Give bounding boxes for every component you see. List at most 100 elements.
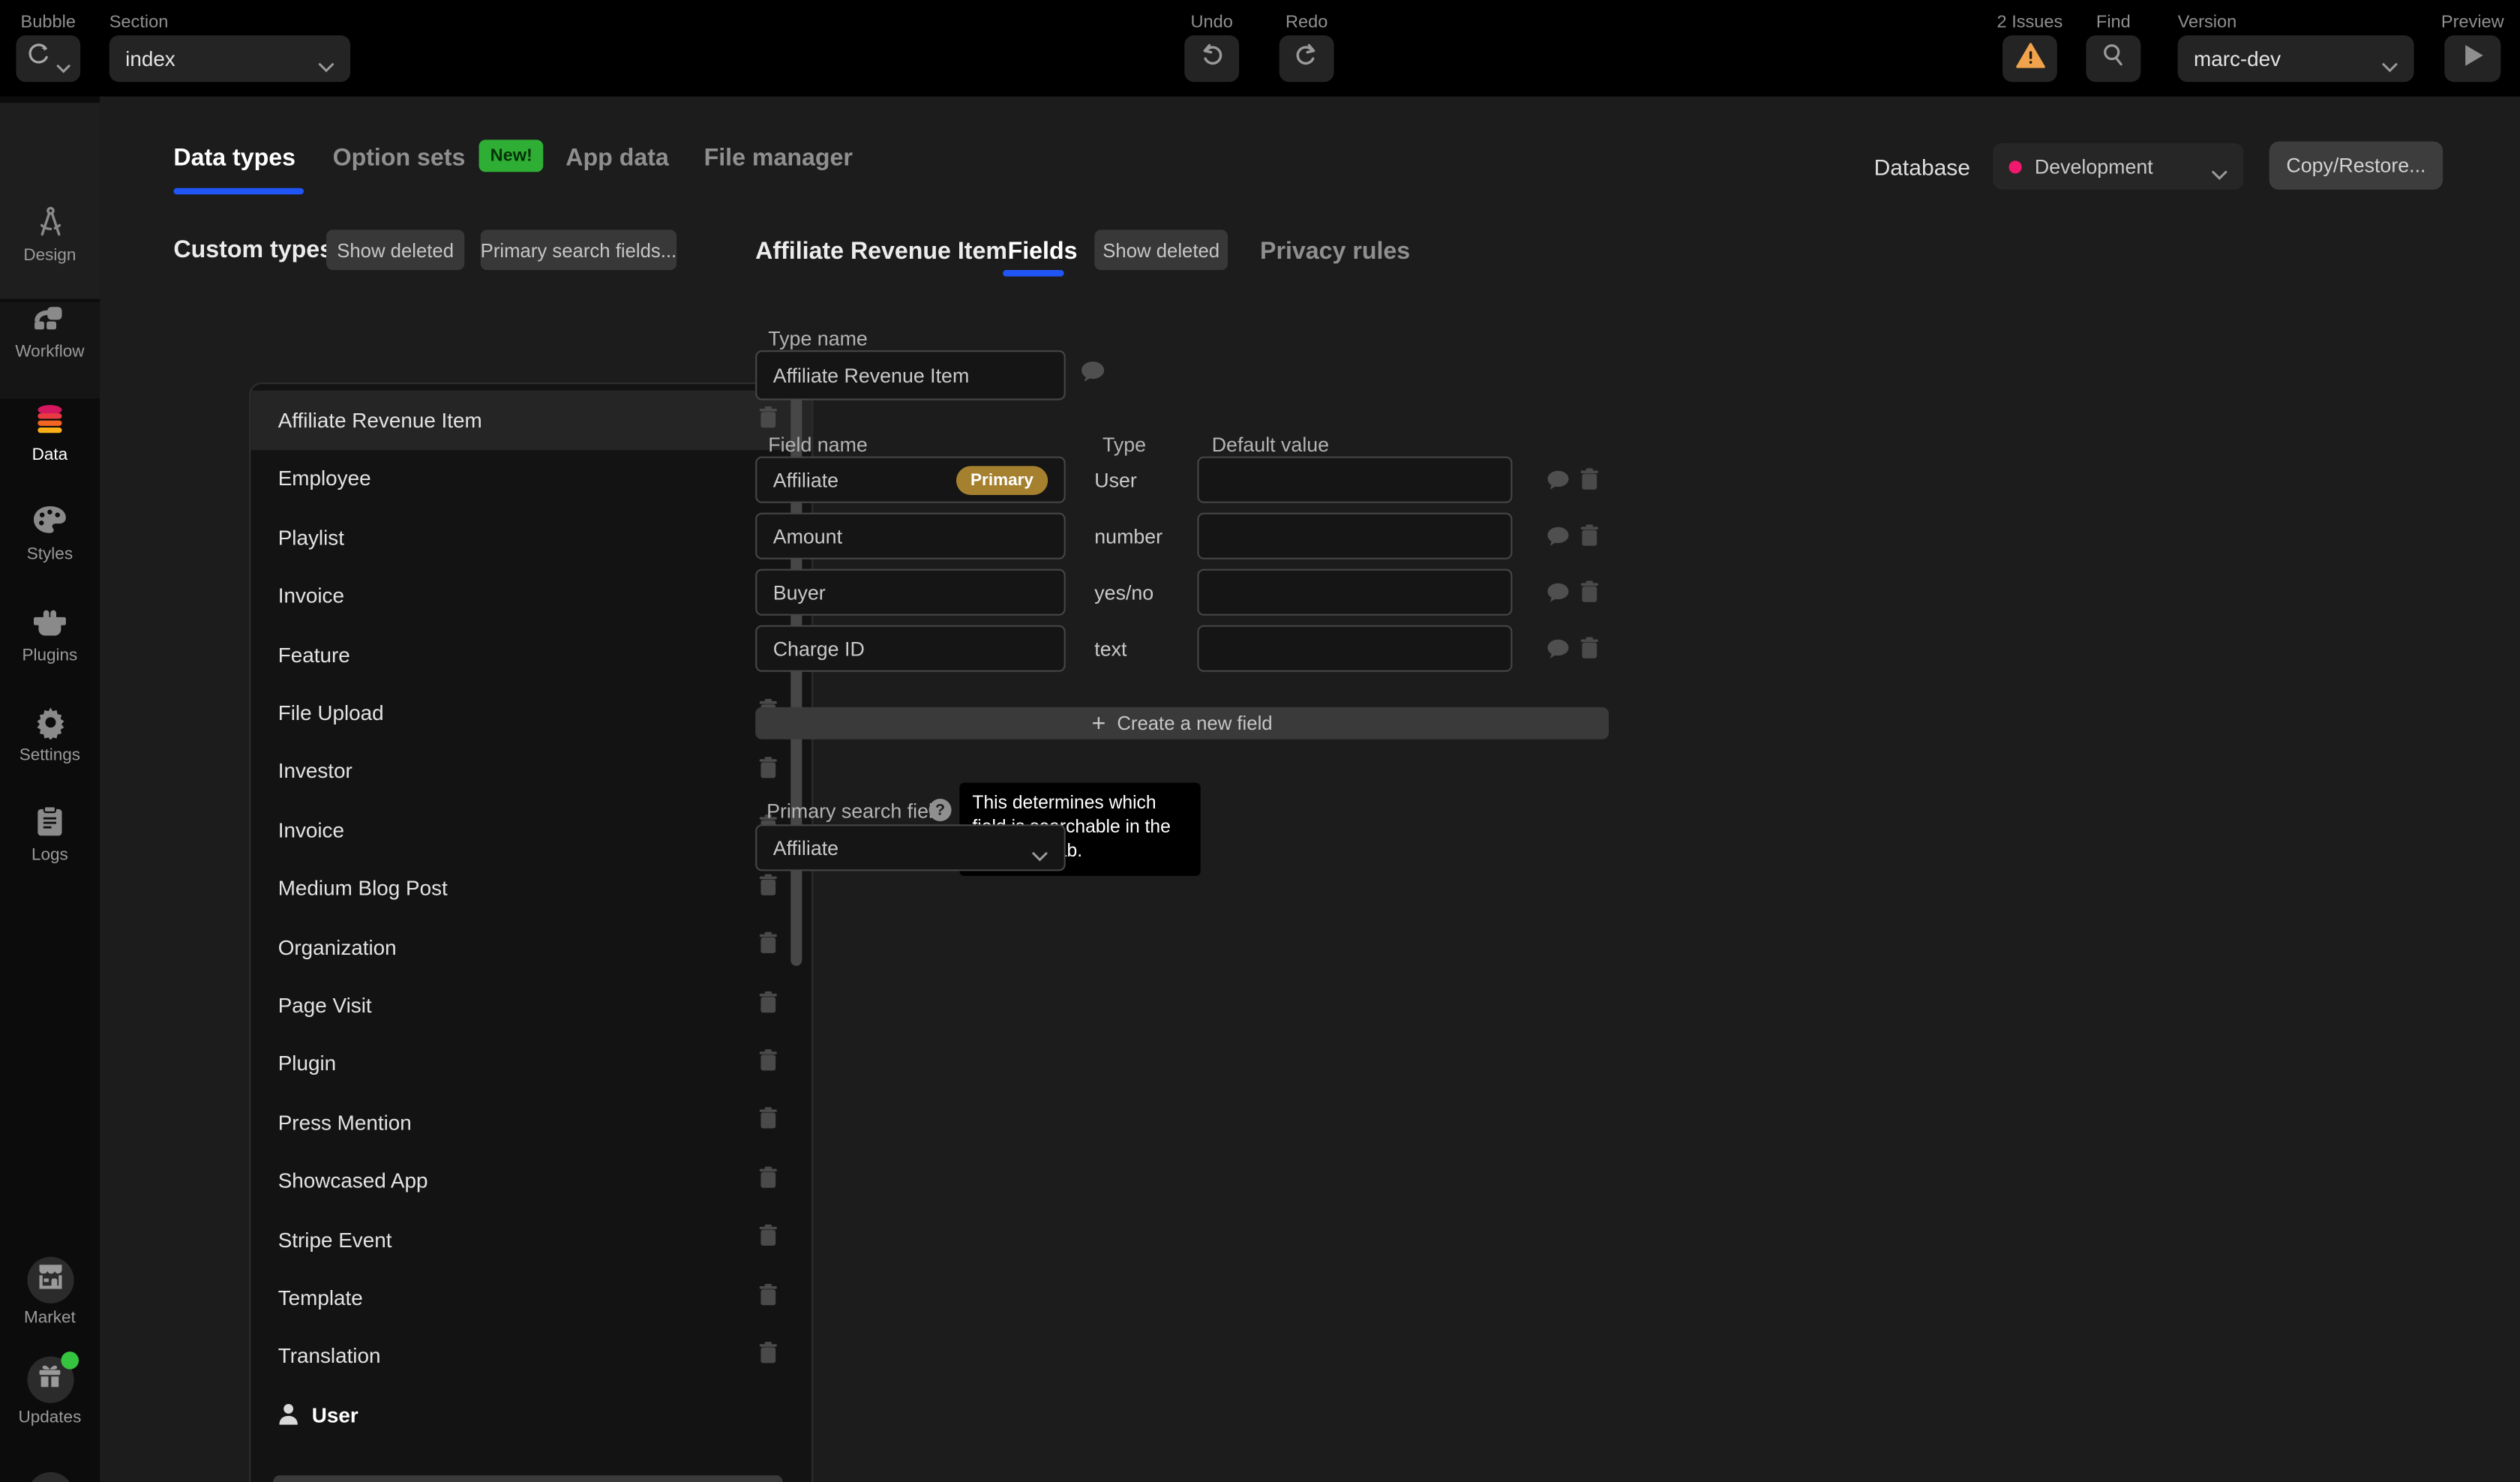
sidebar-item-help[interactable]: ?Help bbox=[0, 1472, 100, 1482]
tab-fields[interactable]: Fields bbox=[1008, 238, 1078, 265]
undo-button[interactable] bbox=[1184, 35, 1239, 82]
delete-field-button[interactable] bbox=[1580, 637, 1599, 659]
sidebar-item-updates[interactable]: Updates bbox=[0, 1357, 100, 1427]
section-value: index bbox=[125, 46, 318, 70]
fields-underline bbox=[1003, 270, 1064, 277]
custom-type-item[interactable]: User bbox=[250, 1385, 812, 1444]
environment-select[interactable]: Development bbox=[1993, 143, 2243, 190]
tab-data-types[interactable]: Data types bbox=[173, 145, 296, 172]
custom-type-item[interactable]: Plugin bbox=[250, 1034, 812, 1094]
custom-type-item[interactable]: Invoice bbox=[250, 800, 812, 860]
custom-type-item[interactable]: Invoice bbox=[250, 566, 812, 626]
sidebar-item-plugins[interactable]: Plugins bbox=[0, 603, 100, 666]
delete-type-button[interactable] bbox=[758, 932, 778, 962]
workflow-icon bbox=[32, 299, 68, 338]
copy-restore-button[interactable]: Copy/Restore... bbox=[2270, 142, 2443, 190]
delete-type-button[interactable] bbox=[758, 1341, 778, 1372]
primary-search-fields-button[interactable]: Primary search fields... bbox=[481, 230, 676, 270]
sidebar-item-design[interactable]: Design bbox=[0, 202, 100, 266]
field-name-input[interactable]: Charge ID bbox=[755, 626, 1066, 672]
delete-type-button[interactable] bbox=[758, 756, 778, 787]
type-comment-button[interactable] bbox=[1080, 360, 1106, 384]
section-select[interactable]: index bbox=[110, 35, 350, 82]
sidebar-item-label: Workflow bbox=[15, 342, 84, 362]
show-deleted-fields-button[interactable]: Show deleted bbox=[1094, 230, 1228, 270]
delete-type-button[interactable] bbox=[758, 1107, 778, 1138]
custom-type-item[interactable]: Feature bbox=[250, 625, 812, 684]
custom-type-item[interactable]: Translation bbox=[250, 1327, 812, 1386]
show-deleted-types-button[interactable]: Show deleted bbox=[326, 230, 464, 270]
field-comment-button[interactable] bbox=[1546, 526, 1570, 548]
default-value-input[interactable] bbox=[1197, 569, 1512, 616]
custom-type-label: Invoice bbox=[278, 584, 344, 608]
chevron-down-icon bbox=[2212, 160, 2228, 172]
tab-option-sets[interactable]: Option sets bbox=[333, 145, 466, 172]
custom-type-item[interactable]: Affiliate Revenue Item bbox=[250, 391, 812, 450]
primary-search-field-select[interactable]: Affiliate bbox=[755, 824, 1066, 871]
type-name-input[interactable]: Affiliate Revenue Item bbox=[755, 350, 1066, 400]
delete-type-button[interactable] bbox=[758, 1166, 778, 1196]
delete-field-button[interactable] bbox=[1580, 580, 1599, 603]
sidebar-item-market[interactable]: Market bbox=[0, 1257, 100, 1328]
default-value-input[interactable] bbox=[1197, 457, 1512, 503]
field-name-input[interactable]: Amount bbox=[755, 513, 1066, 560]
find-label: Find bbox=[2096, 11, 2131, 34]
version-select[interactable]: marc-dev bbox=[2178, 35, 2414, 82]
custom-type-label: Page Visit bbox=[278, 993, 372, 1017]
custom-type-item[interactable]: Template bbox=[250, 1268, 812, 1328]
custom-type-item[interactable]: Employee bbox=[250, 449, 812, 508]
field-comment-button[interactable] bbox=[1546, 582, 1570, 604]
custom-type-item[interactable]: Medium Blog Post bbox=[250, 859, 812, 918]
delete-type-button[interactable] bbox=[758, 1048, 778, 1079]
delete-field-button[interactable] bbox=[1580, 524, 1599, 547]
tab-privacy-rules[interactable]: Privacy rules bbox=[1260, 238, 1410, 265]
delete-type-button[interactable] bbox=[758, 990, 778, 1021]
delete-type-button[interactable] bbox=[758, 873, 778, 904]
delete-type-button[interactable] bbox=[758, 405, 778, 436]
field-name-input[interactable]: AffiliatePrimary bbox=[755, 457, 1066, 503]
custom-type-item[interactable]: Page Visit bbox=[250, 976, 812, 1035]
issues-button[interactable] bbox=[2002, 35, 2057, 82]
field-name-value: Charge ID bbox=[773, 638, 865, 660]
default-value-input[interactable] bbox=[1197, 513, 1512, 560]
field-name-input[interactable]: Buyer bbox=[755, 569, 1066, 616]
delete-type-button[interactable] bbox=[758, 1282, 778, 1313]
field-comment-button[interactable] bbox=[1546, 638, 1570, 661]
custom-type-item[interactable]: Press Mention bbox=[250, 1093, 812, 1152]
primary-badge: Primary bbox=[956, 465, 1048, 494]
field-comment-button[interactable] bbox=[1546, 470, 1570, 492]
find-button[interactable] bbox=[2086, 35, 2140, 82]
tab-app-data[interactable]: App data bbox=[566, 145, 669, 172]
create-field-button[interactable]: + Create a new field bbox=[755, 707, 1609, 740]
trash-icon bbox=[758, 1050, 778, 1077]
trash-icon bbox=[758, 992, 778, 1018]
tab-file-manager[interactable]: File manager bbox=[704, 145, 853, 172]
sidebar-item-settings[interactable]: Settings bbox=[0, 702, 100, 765]
delete-type-button[interactable] bbox=[758, 1224, 778, 1255]
help-icon[interactable]: ? bbox=[929, 799, 952, 821]
bubble-logo-icon bbox=[24, 41, 51, 76]
custom-type-item[interactable]: File Upload bbox=[250, 683, 812, 742]
styles-palette-icon bbox=[32, 502, 68, 540]
custom-type-label: Press Mention bbox=[278, 1110, 412, 1134]
custom-type-item[interactable]: Showcased App bbox=[250, 1151, 812, 1210]
custom-type-item[interactable]: Investor bbox=[250, 742, 812, 801]
custom-types-list: Affiliate Revenue ItemEmployeePlaylist In… bbox=[249, 382, 813, 1482]
default-value-input[interactable] bbox=[1197, 626, 1512, 672]
create-custom-type-button[interactable]: + Create a new custom type bbox=[273, 1475, 782, 1482]
bubble-logo-button[interactable] bbox=[16, 35, 80, 82]
delete-field-button[interactable] bbox=[1580, 468, 1599, 490]
redo-button[interactable] bbox=[1280, 35, 1334, 82]
updates-gift-icon bbox=[37, 1363, 62, 1396]
custom-type-item[interactable]: Organization bbox=[250, 917, 812, 976]
sidebar-item-workflow[interactable]: Workflow bbox=[0, 299, 100, 362]
custom-type-label: Stripe Event bbox=[278, 1227, 392, 1251]
search-icon bbox=[2101, 42, 2126, 76]
sidebar-item-logs[interactable]: Logs bbox=[0, 802, 100, 865]
field-type-value: text bbox=[1094, 638, 1126, 661]
sidebar-item-styles[interactable]: Styles bbox=[0, 502, 100, 565]
custom-type-item[interactable]: Playlist bbox=[250, 508, 812, 567]
sidebar-item-data[interactable]: Data bbox=[0, 402, 100, 465]
custom-type-item[interactable]: Stripe Event bbox=[250, 1210, 812, 1269]
preview-button[interactable] bbox=[2444, 35, 2500, 82]
